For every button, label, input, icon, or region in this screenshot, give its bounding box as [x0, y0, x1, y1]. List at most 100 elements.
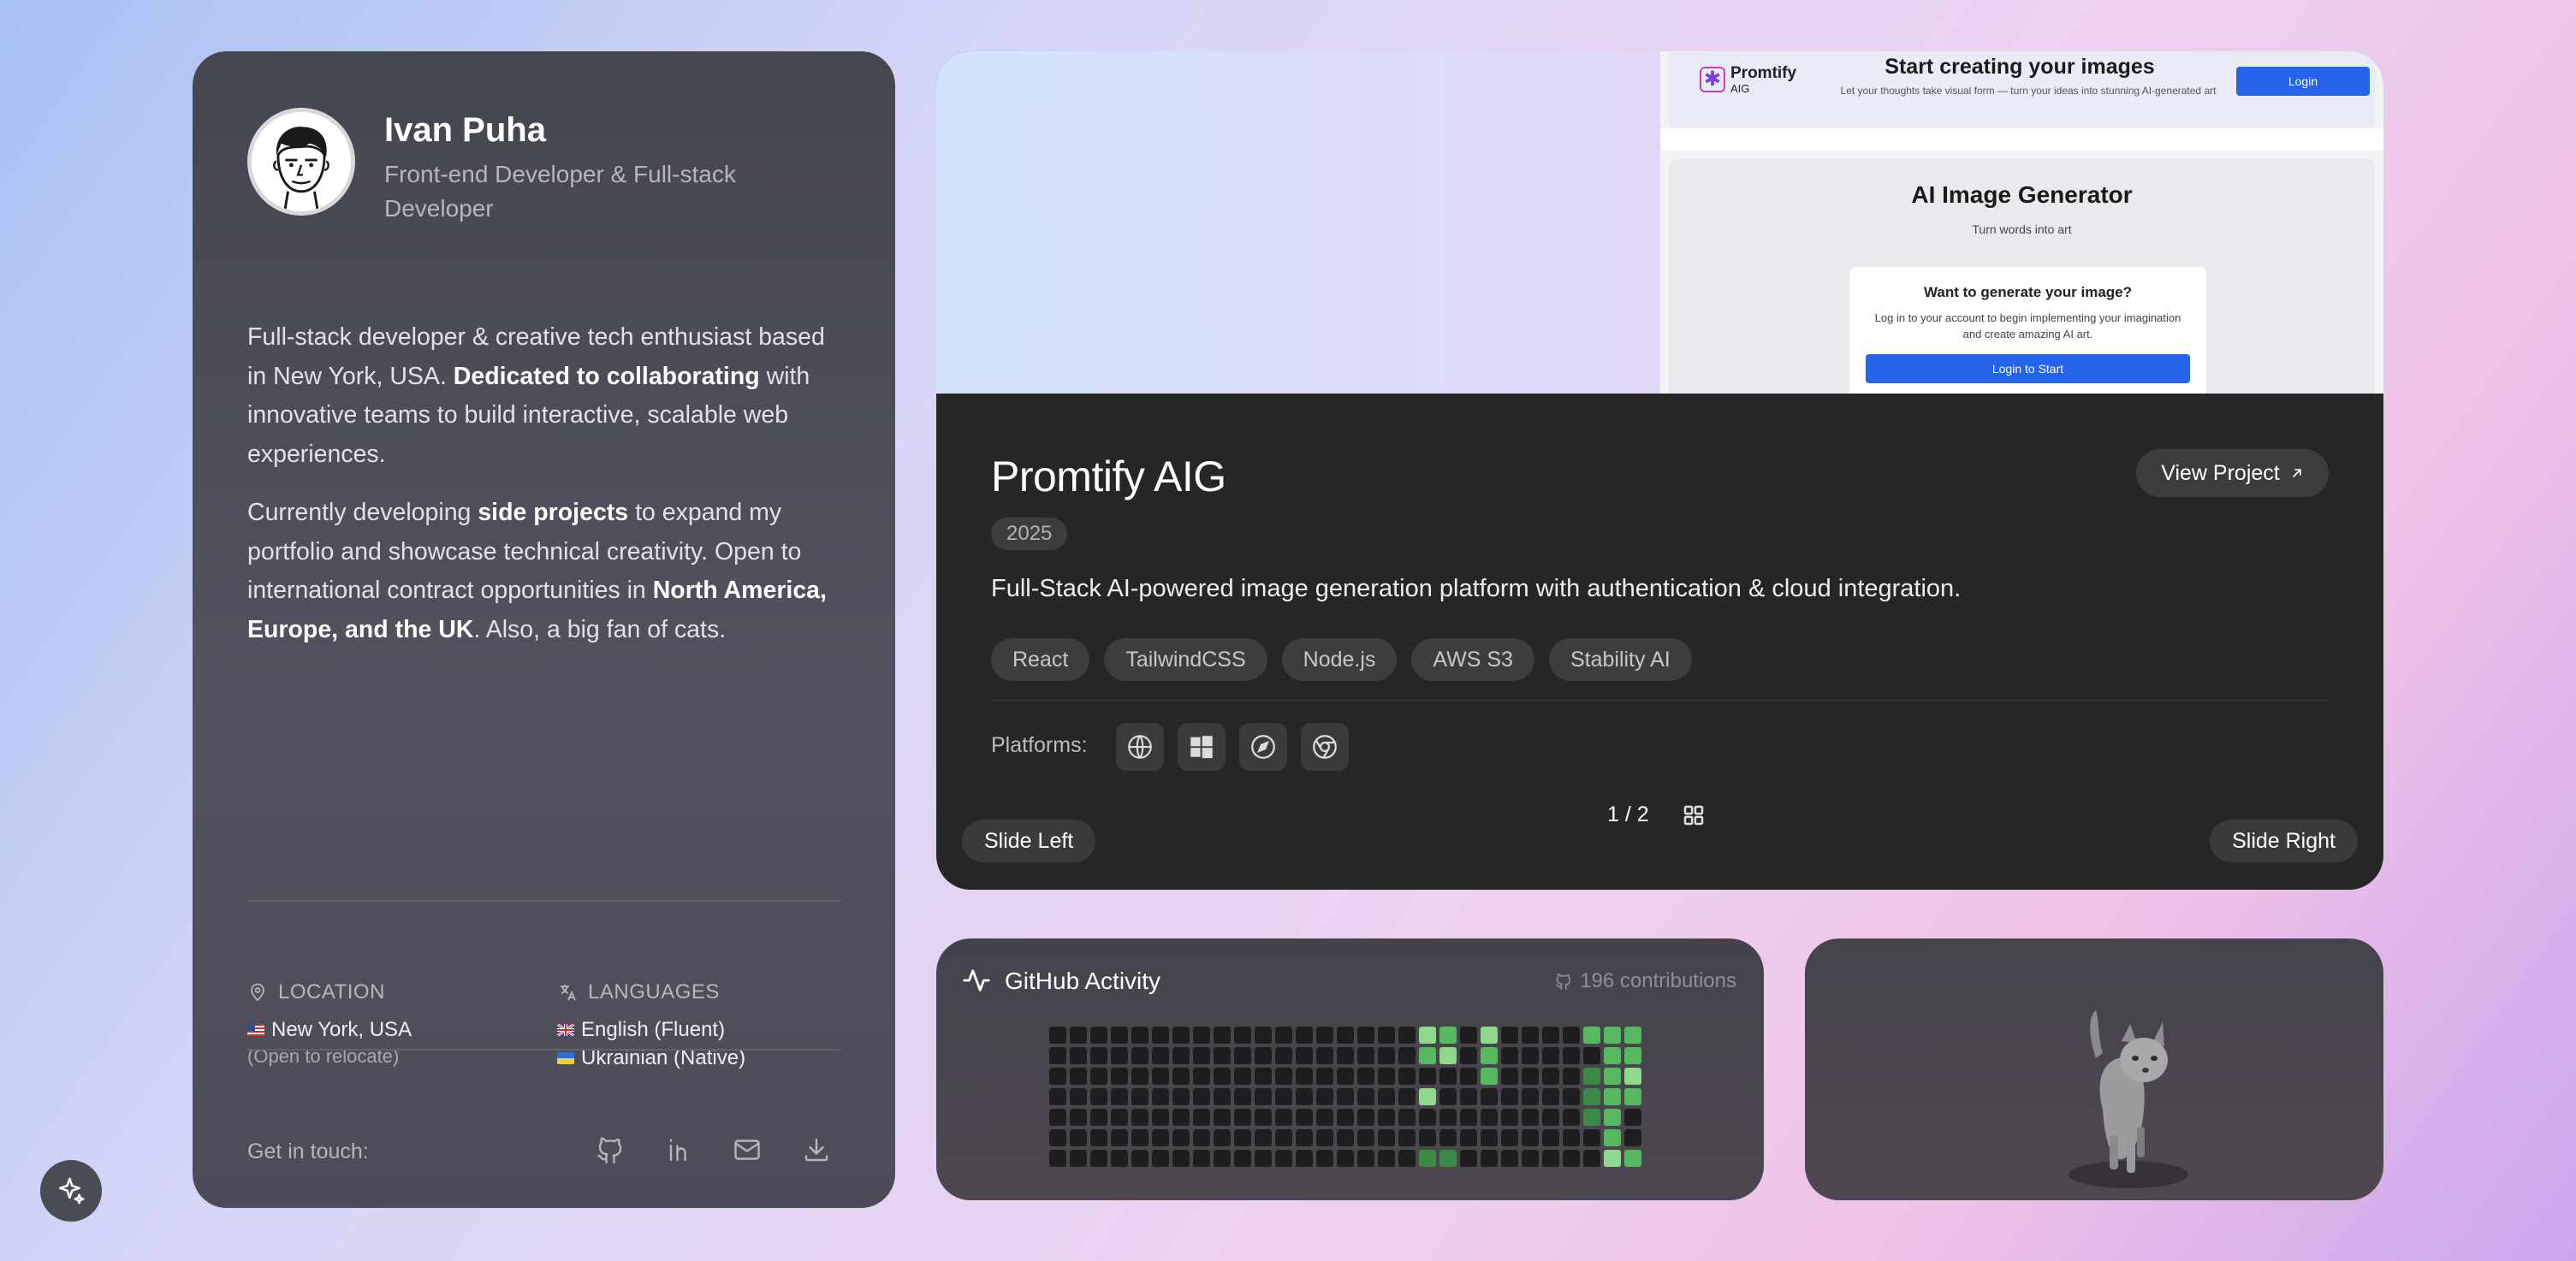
linkedin-icon[interactable] — [663, 1134, 694, 1165]
cat-3d-card[interactable] — [1805, 938, 2383, 1200]
contribution-cell — [1624, 1068, 1641, 1085]
contribution-cell — [1316, 1088, 1333, 1105]
mail-icon[interactable] — [732, 1134, 763, 1165]
contribution-cell — [1460, 1129, 1477, 1146]
view-project-button[interactable]: View Project — [2136, 449, 2329, 497]
contribution-cell — [1378, 1047, 1395, 1064]
contribution-cell — [1214, 1088, 1231, 1105]
contribution-cell — [1193, 1068, 1210, 1085]
preview-panel: AI Image Generator Turn words into art W… — [1669, 159, 2375, 394]
ai-assistant-button[interactable] — [40, 1160, 102, 1222]
contribution-cell — [1583, 1027, 1600, 1044]
contribution-cell — [1049, 1129, 1066, 1146]
contribution-cell — [1111, 1129, 1128, 1146]
contribution-cell — [1583, 1129, 1600, 1146]
contribution-cell — [1316, 1027, 1333, 1044]
activity-icon — [962, 966, 991, 995]
tech-tag: Node.js — [1281, 638, 1398, 681]
contribution-cell — [1131, 1088, 1149, 1105]
contribution-cell — [1419, 1047, 1436, 1064]
contribution-cell — [1583, 1047, 1600, 1064]
project-preview[interactable]: ✱ Promtify AIG Start creating your images… — [936, 51, 2383, 394]
contribution-cell — [1214, 1047, 1231, 1064]
contribution-cell — [1214, 1068, 1231, 1085]
contribution-cell — [1049, 1047, 1066, 1064]
contribution-cell — [1275, 1027, 1292, 1044]
contribution-cell — [1049, 1068, 1066, 1085]
slide-left-button[interactable]: Slide Left — [962, 820, 1096, 862]
contribution-cell — [1378, 1129, 1395, 1146]
contribution-cell — [1357, 1129, 1374, 1146]
contribution-cell — [1460, 1027, 1477, 1044]
contribution-cell — [1214, 1150, 1231, 1167]
preview-screenshot: ✱ Promtify AIG Start creating your images… — [1660, 51, 2383, 394]
preview-logo: Promtify AIG — [1730, 64, 1797, 97]
contribution-cell — [1481, 1088, 1498, 1105]
contribution-cell — [1255, 1129, 1272, 1146]
sparkle-logo-icon: ✱ — [1700, 67, 1725, 92]
contribution-cell — [1583, 1109, 1600, 1126]
contributions-text: 196 contributions — [1580, 969, 1736, 992]
contribution-cell — [1193, 1129, 1210, 1146]
contribution-cell — [1624, 1027, 1641, 1044]
translate-icon — [561, 985, 576, 1001]
contribution-cell — [1275, 1068, 1292, 1085]
contribution-cell — [1172, 1068, 1190, 1085]
contribution-cell — [1624, 1129, 1641, 1146]
contribution-cell — [1255, 1150, 1272, 1167]
contribution-cell — [1583, 1068, 1600, 1085]
contribution-cell — [1255, 1088, 1272, 1105]
contribution-cell — [1460, 1109, 1477, 1126]
preview-login-button: Login — [2236, 67, 2370, 96]
divider — [991, 700, 2329, 701]
contribution-cell — [1152, 1027, 1169, 1044]
github-icon[interactable] — [595, 1134, 626, 1165]
contribution-cell — [1070, 1088, 1087, 1105]
contribution-cell — [1172, 1109, 1190, 1126]
bio-text: Currently developing — [247, 499, 478, 526]
download-icon[interactable] — [801, 1134, 832, 1165]
contribution-cell — [1501, 1047, 1518, 1064]
contribution-cell — [1172, 1047, 1190, 1064]
contribution-cell — [1604, 1027, 1621, 1044]
contribution-cell — [1131, 1027, 1149, 1044]
contribution-cell — [1275, 1150, 1292, 1167]
preview-subheading: Turn words into art — [1972, 222, 2072, 236]
contribution-cell — [1070, 1068, 1087, 1085]
grid-view-icon[interactable] — [1681, 802, 1706, 828]
avatar — [247, 108, 355, 216]
slide-right-button[interactable]: Slide Right — [2210, 820, 2358, 862]
contribution-cell — [1090, 1129, 1107, 1146]
contribution-cell — [1049, 1027, 1066, 1044]
contribution-cell — [1131, 1068, 1149, 1085]
contribution-cell — [1193, 1047, 1210, 1064]
preview-band — [1660, 128, 2383, 151]
contribution-cell — [1419, 1109, 1436, 1126]
project-description: Full-Stack AI-powered image generation p… — [991, 575, 1962, 602]
contribution-cell — [1090, 1088, 1107, 1105]
profile-role: Front-end Developer & Full-stack Develop… — [384, 161, 736, 222]
uk-flag-icon — [557, 1024, 574, 1036]
contribution-cell — [1542, 1150, 1559, 1167]
contribution-cell — [1049, 1109, 1066, 1126]
contribution-cell — [1522, 1150, 1539, 1167]
contribution-cell — [1152, 1129, 1169, 1146]
contribution-cell — [1419, 1150, 1436, 1167]
github-activity-card[interactable]: GitHub Activity 196 contributions — [936, 938, 1764, 1200]
contribution-cell — [1563, 1109, 1580, 1126]
view-project-label: View Project — [2161, 460, 2280, 485]
preview-start-button: Login to Start — [1866, 354, 2190, 383]
contribution-cell — [1357, 1068, 1374, 1085]
preview-logo-name: Promtify — [1730, 64, 1797, 82]
preview-logo-sub: AIG — [1730, 82, 1750, 95]
contribution-cell — [1563, 1068, 1580, 1085]
contribution-cell — [1255, 1047, 1272, 1064]
contribution-cell — [1501, 1129, 1518, 1146]
bio-text: . Also, a big fan of cats. — [473, 615, 727, 643]
profile-card: Ivan Puha Front-end Developer & Full-sta… — [193, 51, 895, 1208]
contribution-cell — [1563, 1129, 1580, 1146]
contribution-cell — [1234, 1068, 1251, 1085]
preview-navbar: ✱ Promtify AIG Start creating your images… — [1669, 51, 2375, 128]
contribution-cell — [1172, 1088, 1190, 1105]
contribution-cell — [1378, 1088, 1395, 1105]
